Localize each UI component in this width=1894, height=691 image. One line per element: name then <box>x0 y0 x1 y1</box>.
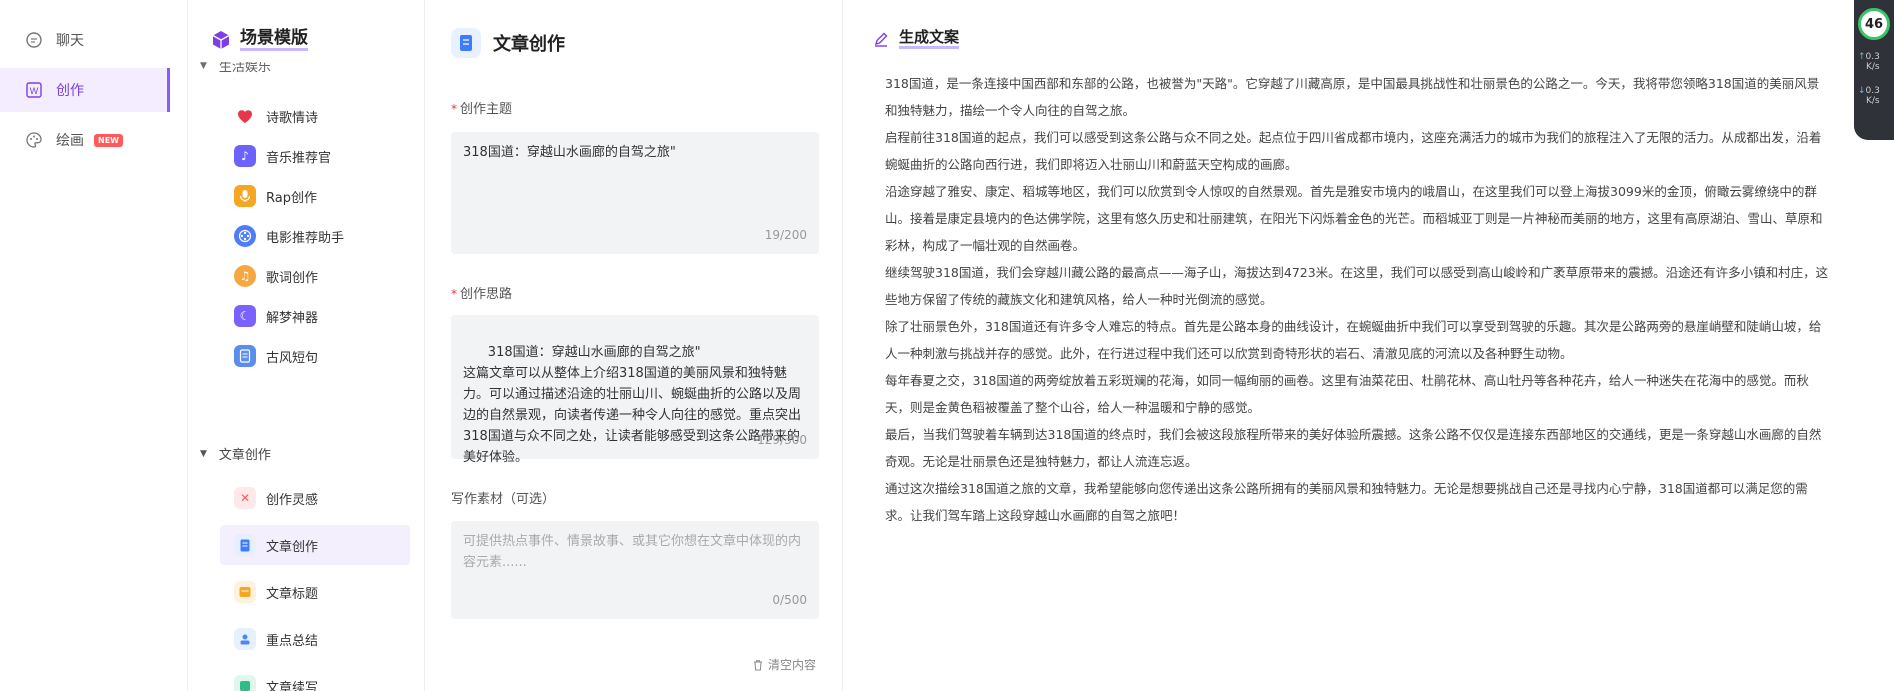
trash-icon <box>752 659 764 671</box>
paragraph: 通过这次描绘318国道之旅的文章，我希望能够向您传递出这条公路所拥有的美丽风景和… <box>885 481 1808 523</box>
nav-item-label: 绘画 <box>56 133 84 149</box>
idea-textarea[interactable]: 318国道：穿越山水画廊的自驾之旅" 这篇文章可以从整体上介绍318国道的美丽风… <box>451 315 819 465</box>
clear-content-button[interactable]: 清空内容 <box>752 656 816 673</box>
scene-item-ancient[interactable]: 古风短句 <box>220 336 410 376</box>
arrow-down-icon: ↓ <box>1858 86 1866 96</box>
upload-rate: ↑0.3 K/s <box>1858 52 1880 72</box>
topic-label: * 创作主题 <box>451 102 513 117</box>
film-reel-icon <box>234 225 256 247</box>
group-life-entertainment[interactable]: ▼ 生活娱乐 <box>200 60 271 75</box>
scene-item-continue[interactable]: 文章续写 <box>220 666 410 691</box>
material-char-count: 0/500 <box>772 593 807 607</box>
topic-char-count: 19/200 <box>764 228 807 242</box>
scene-item-inspiration[interactable]: ✕ 创作灵感 <box>220 478 410 518</box>
generated-text: 318国道，是一条连接中国西部和东部的公路，也被誉为"天路"。它穿越了川藏高原，… <box>885 70 1829 529</box>
scene-item-label: 文章标题 <box>266 586 319 602</box>
paragraph: 沿途穿越了雅安、康定、稻城等地区，我们可以欣赏到令人惊叹的自然景观。首先是雅安市… <box>885 184 1823 253</box>
scene-item-label: 解梦神器 <box>266 310 319 326</box>
paragraph: 每年春夏之交，318国道的两旁绽放着五彩斑斓的花海，如同一幅绚丽的画卷。这里有油… <box>885 373 1809 415</box>
scene-item-movie[interactable]: 电影推荐助手 <box>220 216 410 256</box>
scene-item-label: 歌词创作 <box>266 270 319 286</box>
scene-item-lyrics[interactable]: ♫ 歌词创作 <box>220 256 410 296</box>
scene-item-label: 文章续写 <box>266 680 319 691</box>
nav-item-label: 创作 <box>56 83 84 99</box>
scene-item-label: 诗歌情诗 <box>266 110 319 126</box>
title-card-icon <box>234 581 256 603</box>
cross-spark-icon: ✕ <box>234 487 256 509</box>
main-nav: 聊天 W 创作 绘画 NEW <box>0 0 188 691</box>
article-form-panel: 文章创作 * 创作主题 318国道：穿越山水画廊的自驾之旅" 19/200 * 创作… <box>425 0 843 691</box>
idea-label: * 创作思路 <box>451 287 513 302</box>
paragraph: 除了壮丽景色外，318国道还有许多令人难忘的特点。首先是公路本身的曲线设计，在蜿… <box>885 319 1822 361</box>
caret-down-icon: ▼ <box>200 448 207 459</box>
scene-item-label: 重点总结 <box>266 633 319 649</box>
group-label: 文章创作 <box>218 448 271 463</box>
nav-item-label: 聊天 <box>56 33 84 49</box>
heart-icon <box>234 105 256 127</box>
moon-icon: ☾ <box>234 305 256 327</box>
scene-item-label: 创作灵感 <box>266 492 319 508</box>
palette-icon <box>24 130 44 150</box>
continue-icon <box>234 675 256 691</box>
chat-bubble-icon <box>24 30 44 50</box>
topic-value: 318国道：穿越山水画廊的自驾之旅" <box>463 145 676 160</box>
scene-template-panel: 场景模版 ▼ 生活娱乐 诗歌情诗 ♪ 音乐推荐官 Rap创作 电影推荐助手 ♫ … <box>188 0 425 691</box>
music-icon: ♪ <box>234 145 256 167</box>
paragraph: 318国道，是一条连接中国西部和东部的公路，也被誉为"天路"。它穿越了川藏高原，… <box>885 76 1820 118</box>
scene-item-dream[interactable]: ☾ 解梦神器 <box>220 296 410 336</box>
scene-item-music[interactable]: ♪ 音乐推荐官 <box>220 136 410 176</box>
scene-panel-header: 场景模版 <box>210 28 308 51</box>
document-icon <box>451 28 481 58</box>
download-rate: ↓0.3 K/s <box>1858 86 1880 106</box>
group-label: 生活娱乐 <box>218 60 271 75</box>
scene-panel-title: 场景模版 <box>240 28 308 51</box>
idea-char-count: 129/300 <box>757 433 807 447</box>
paragraph: 启程前往318国道的起点，我们可以感受到这条公路与众不同之处。起点位于四川省成都… <box>885 130 1822 172</box>
scene-item-label: 音乐推荐官 <box>266 150 332 166</box>
nav-item-draw[interactable]: 绘画 NEW <box>0 118 170 162</box>
output-header: 生成文案 <box>873 28 960 49</box>
document-icon <box>234 534 256 556</box>
scene-item-label: 古风短句 <box>266 350 319 366</box>
w-document-icon: W <box>24 80 44 100</box>
nav-item-create[interactable]: W 创作 <box>0 68 170 112</box>
material-textarea[interactable]: 可提供热点事件、情景故事、或其它你想在文章中体现的内容元素...... 0/50… <box>451 521 819 619</box>
caret-down-icon: ▼ <box>200 60 207 71</box>
new-badge: NEW <box>94 133 123 147</box>
scene-item-article-title[interactable]: 文章标题 <box>220 572 410 612</box>
scene-item-label: Rap创作 <box>266 190 317 206</box>
form-title: 文章创作 <box>493 34 565 55</box>
summary-icon <box>234 628 256 650</box>
paragraph: 最后，当我们驾驶着车辆到达318国道的终点时，我们会被这段旅程所带来的美好体验所… <box>885 427 1822 469</box>
idea-value: 318国道：穿越山水画廊的自驾之旅" 这篇文章可以从整体上介绍318国道的美丽风… <box>463 345 802 465</box>
app-root: 聊天 W 创作 绘画 NEW 场景模版 ▼ 生活娱乐 诗歌情诗 ♪ 音乐推荐官 … <box>0 0 1894 691</box>
note-icon: ♫ <box>234 265 256 287</box>
cpu-percent-ring: 46 <box>1858 8 1890 40</box>
paragraph: 继续驾驶318国道，我们会穿越川藏公路的最高点——海子山，海拔达到4723米。在… <box>885 265 1829 307</box>
material-label: 写作素材（可选） <box>451 492 556 507</box>
scene-item-label: 电影推荐助手 <box>266 230 345 246</box>
scene-item-rap[interactable]: Rap创作 <box>220 176 410 216</box>
scene-item-poetry[interactable]: 诗歌情诗 <box>220 96 410 136</box>
required-marker: * <box>451 287 457 301</box>
nav-item-chat[interactable]: 聊天 <box>0 18 170 62</box>
network-monitor-widget[interactable]: 46 ↑0.3 K/s ↓0.3 K/s <box>1854 0 1894 140</box>
pencil-icon <box>873 31 889 47</box>
scroll-icon <box>234 345 256 367</box>
required-marker: * <box>451 102 457 116</box>
clear-content-label: 清空内容 <box>767 658 816 672</box>
scene-item-summary[interactable]: 重点总结 <box>220 619 410 659</box>
svg-text:W: W <box>30 86 39 96</box>
topic-textarea[interactable]: 318国道：穿越山水画廊的自驾之旅" 19/200 <box>451 132 819 254</box>
generated-copy-panel: 生成文案 318国道，是一条连接中国西部和东部的公路，也被誉为"天路"。它穿越了… <box>843 0 1843 691</box>
material-placeholder: 可提供热点事件、情景故事、或其它你想在文章中体现的内容元素...... <box>463 534 802 570</box>
microphone-icon <box>234 185 256 207</box>
group-article[interactable]: ▼ 文章创作 <box>200 444 271 463</box>
arrow-up-icon: ↑ <box>1858 52 1866 62</box>
cube-icon <box>210 29 232 51</box>
scene-item-label: 文章创作 <box>266 539 319 555</box>
output-title: 生成文案 <box>899 28 960 49</box>
form-header: 文章创作 <box>451 28 565 58</box>
scene-item-article-writing[interactable]: 文章创作 <box>220 525 410 565</box>
